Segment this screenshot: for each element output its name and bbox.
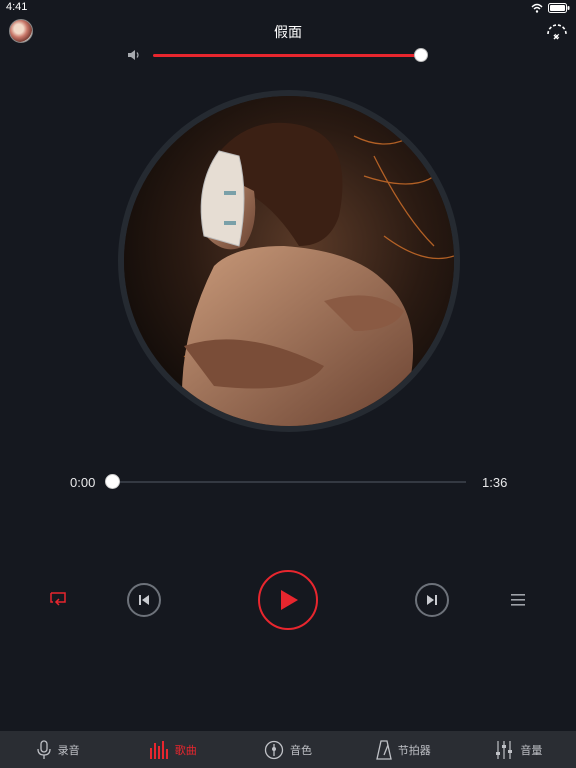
speaker-icon — [128, 50, 139, 60]
tab-label: 节拍器 — [397, 744, 431, 757]
airplay-disconnected-icon — [547, 24, 567, 40]
current-time: 0:00 — [70, 475, 96, 490]
progress-slider-thumb[interactable] — [105, 474, 120, 489]
play-button[interactable] — [258, 570, 318, 630]
skip-forward-icon — [427, 595, 437, 605]
menu-list-icon — [511, 594, 525, 606]
guitar-pick-icon — [264, 740, 284, 759]
tab-songs[interactable]: 歌曲 — [115, 731, 230, 768]
status-icons — [531, 2, 570, 14]
tab-volume[interactable]: 音量 — [461, 731, 576, 768]
total-time: 1:36 — [482, 475, 508, 490]
volume-slider-thumb[interactable] — [414, 48, 428, 62]
tab-label: 音量 — [520, 744, 543, 757]
tab-label: 歌曲 — [174, 744, 197, 757]
song-title: 假面 — [274, 24, 302, 40]
status-time: 4:41 — [6, 1, 28, 13]
volume-slider[interactable] — [153, 54, 421, 57]
tab-metronome[interactable]: 节拍器 — [346, 731, 461, 768]
metronome-icon — [375, 739, 392, 760]
battery-icon — [548, 3, 570, 13]
tab-bar: 录音 歌曲 音色 节拍器 音量 — [0, 731, 576, 768]
progress-slider[interactable] — [112, 481, 466, 483]
playlist-button[interactable] — [510, 593, 526, 607]
repeat-button[interactable] — [49, 591, 67, 607]
tab-tone[interactable]: 音色 — [230, 731, 345, 768]
wifi-icon — [531, 3, 543, 13]
tab-label: 录音 — [57, 744, 80, 757]
skip-back-icon — [139, 595, 149, 605]
album-cover-image — [124, 96, 454, 426]
tab-record[interactable]: 录音 — [0, 731, 115, 768]
previous-track-button[interactable] — [127, 583, 161, 617]
microphone-icon — [36, 739, 51, 759]
sliders-icon — [496, 740, 513, 759]
next-track-button[interactable] — [415, 583, 449, 617]
airplay-button[interactable] — [544, 20, 570, 42]
tab-label: 音色 — [290, 744, 312, 757]
equalizer-bars-icon — [149, 740, 168, 759]
play-icon — [281, 590, 298, 610]
repeat-icon — [50, 592, 66, 606]
